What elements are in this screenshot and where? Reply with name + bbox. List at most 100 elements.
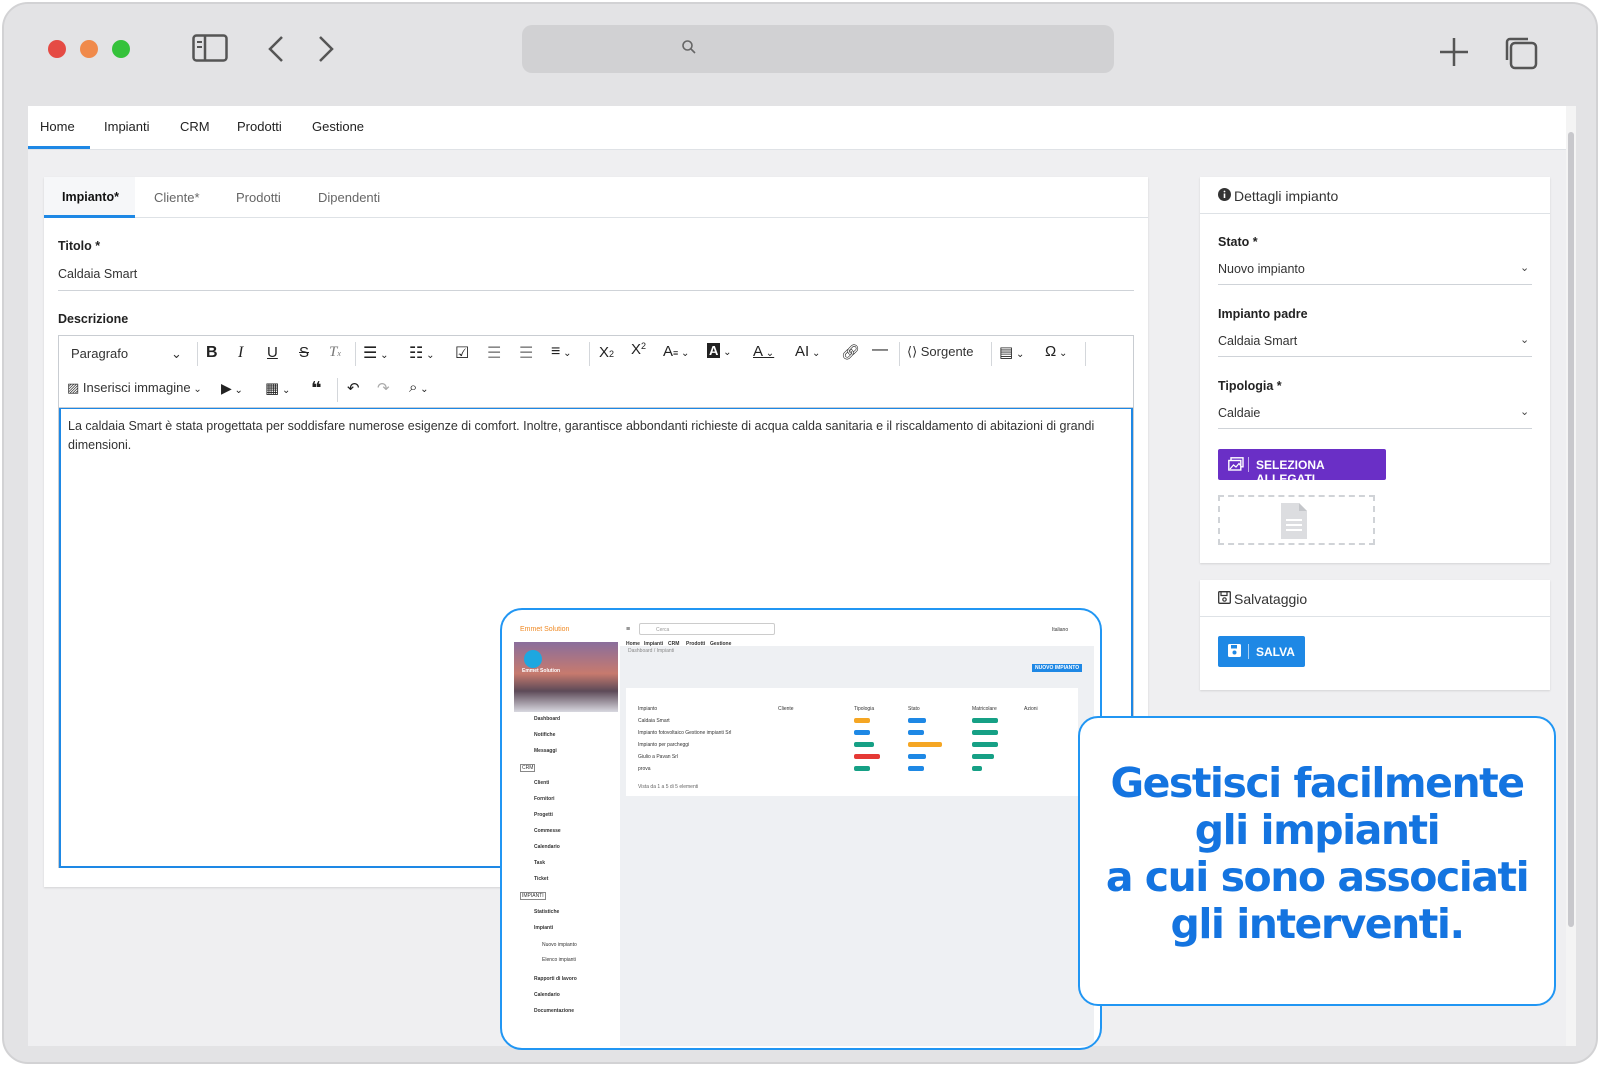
browser-window: Home Impianti CRM Prodotti Gestione Impi… [2, 2, 1598, 1064]
insert-image-label: Inserisci immagine [82, 380, 191, 395]
salva-button[interactable]: SALVA [1218, 636, 1305, 667]
preview-badge [908, 718, 926, 723]
page-scrollbar[interactable] [1566, 106, 1576, 1046]
minimize-window-button[interactable] [80, 40, 98, 58]
nav-crm[interactable]: CRM [180, 119, 210, 134]
padre-underline [1218, 356, 1532, 357]
nav-gestione[interactable]: Gestione [312, 119, 364, 134]
strikethrough-icon[interactable]: S [299, 344, 309, 361]
subscript-icon[interactable]: X2 [599, 344, 614, 361]
preview-col-header: Tipologia [854, 706, 875, 712]
table-icon[interactable]: ▦ ⌄ [265, 379, 290, 397]
tab-cliente[interactable]: Cliente* [154, 190, 200, 205]
preview-sidebar-item: Statistiche [534, 909, 560, 915]
dettagli-impianto-card: Dettagli impianto Stato * Nuovo impianto… [1200, 177, 1550, 563]
todo-list-icon[interactable]: ☑ [455, 343, 469, 363]
preview-language: Italiano [1052, 627, 1069, 633]
tab-dipendenti[interactable]: Dipendenti [318, 190, 380, 205]
highlight-icon[interactable]: A ⌄ [707, 343, 732, 358]
superscript-icon[interactable]: X2 [631, 341, 646, 358]
insert-image-button[interactable]: ▨ Inserisci immagine ⌄ [67, 380, 202, 396]
preview-sidebar-item: Rapporti di lavoro [534, 976, 577, 982]
special-characters-icon[interactable]: Ω ⌄ [1045, 343, 1067, 360]
link-icon[interactable]: 🔗︎ [841, 343, 860, 361]
tab-overview-icon[interactable] [1504, 36, 1538, 75]
preview-sidebar-item: Ticket [534, 876, 549, 882]
tab-impianto[interactable]: Impianto* [62, 190, 119, 204]
preview-breadcrumb: Dashboard / Impianti [628, 648, 675, 654]
address-bar[interactable] [522, 25, 1114, 73]
impianto-padre-select[interactable]: Caldaia Smart [1218, 334, 1297, 348]
close-window-button[interactable] [48, 40, 66, 58]
text-align-icon[interactable]: ≡ ⌄ [551, 343, 572, 361]
app-preview-screenshot: Emmet Solution ≡ Cerca Italiano Home Imp… [500, 608, 1102, 1050]
blockquote-icon[interactable]: ❝ [311, 378, 322, 399]
tab-prodotti[interactable]: Prodotti [236, 190, 281, 205]
paragraph-format-select[interactable]: Paragrafo ⌄ [71, 346, 182, 361]
find-replace-icon[interactable]: ⌕ ⌄ [409, 379, 429, 396]
tipologia-select[interactable]: Caldaie [1218, 406, 1260, 420]
tab-active-indicator [44, 215, 135, 218]
font-size-icon[interactable]: A≡ ⌄ [663, 343, 689, 360]
back-icon[interactable] [266, 34, 286, 69]
titolo-input[interactable]: Caldaia Smart [58, 267, 137, 281]
impianto-padre-label: Impianto padre [1218, 307, 1308, 321]
maximize-window-button[interactable] [112, 40, 130, 58]
marketing-callout: Gestisci facilmente gli impianti a cui s… [1078, 716, 1556, 1006]
chevron-down-icon[interactable]: ⌄ [1520, 333, 1529, 346]
sidebar-toggle-icon[interactable] [192, 34, 228, 67]
bulleted-list-icon[interactable]: ☰ ⌄ [363, 343, 389, 363]
font-family-icon[interactable]: AI ⌄ [795, 343, 820, 360]
preview-badge [908, 730, 924, 735]
forward-icon[interactable] [316, 34, 336, 69]
editor-toolbar: Paragrafo ⌄ B I U S Tx ☰ ⌄ ☷ ⌄ ☑ ☰ ☰ ≡ ⌄ … [59, 336, 1133, 408]
dettagli-title: Dettagli impianto [1234, 188, 1339, 204]
browser-toolbar [4, 4, 1596, 94]
bold-icon[interactable]: B [206, 344, 218, 362]
preview-badge [854, 766, 870, 771]
chevron-down-icon: ⌄ [171, 346, 182, 361]
nav-impianti[interactable]: Impianti [104, 119, 150, 134]
scrollbar-thumb[interactable] [1568, 132, 1574, 927]
stato-select[interactable]: Nuovo impianto [1218, 262, 1305, 276]
source-label: Sorgente [920, 344, 974, 359]
preview-sidebar-item: Clienti [534, 780, 550, 786]
font-color-icon[interactable]: A ⌄ [753, 343, 774, 360]
italic-icon[interactable]: I [238, 344, 243, 362]
preview-sidebar-item: Impianti [534, 925, 554, 931]
outdent-icon[interactable]: ☰ [487, 343, 501, 363]
salvataggio-title: Salvataggio [1234, 591, 1308, 607]
numbered-list-icon[interactable]: ☷ ⌄ [409, 343, 435, 363]
descrizione-label: Descrizione [58, 312, 129, 326]
undo-icon[interactable]: ↶ [347, 379, 360, 397]
media-embed-icon[interactable]: ▶︎ ⌄ [221, 380, 243, 397]
preview-user-name: Emmet Solution [522, 668, 561, 674]
remove-format-icon[interactable]: Tx [329, 344, 341, 361]
underline-icon[interactable]: U [267, 344, 278, 361]
editor-text[interactable]: La caldaia Smart è stata progettata per … [68, 417, 1128, 455]
preview-row: Impianto fotovoltaico Gestione impianti … [638, 730, 732, 736]
chevron-down-icon[interactable]: ⌄ [1520, 261, 1529, 274]
preview-sidebar-subitem: Elenco impianti [542, 957, 576, 963]
redo-icon[interactable]: ↷ [377, 379, 390, 397]
preview-col-header: Stato [908, 706, 920, 712]
chevron-down-icon[interactable]: ⌄ [1520, 405, 1529, 418]
indent-icon[interactable]: ☰ [519, 343, 533, 363]
template-icon[interactable]: ▤ ⌄ [999, 343, 1024, 361]
horizontal-line-icon[interactable]: — [872, 341, 888, 359]
info-icon [1218, 188, 1231, 206]
seleziona-allegati-button[interactable]: SELEZIONA ALLEGATI [1218, 449, 1386, 486]
preview-sidebar-item: Notifiche [534, 732, 556, 738]
nav-prodotti[interactable]: Prodotti [237, 119, 282, 134]
new-tab-icon[interactable] [1438, 36, 1470, 73]
callout-text: Gestisci facilmente gli impianti a cui s… [1080, 760, 1554, 948]
nav-home[interactable]: Home [40, 119, 75, 134]
preview-row: Caldaia Smart [638, 718, 670, 724]
preview-brand: Emmet Solution [520, 626, 570, 633]
attachment-dropzone[interactable] [1218, 495, 1375, 545]
preview-badge [972, 718, 998, 723]
dettagli-header: Dettagli impianto [1200, 177, 1550, 214]
top-navigation: Home Impianti CRM Prodotti Gestione [28, 106, 1576, 150]
preview-badge [908, 742, 942, 747]
source-button[interactable]: ⟨⟩ Sorgente [907, 344, 974, 360]
